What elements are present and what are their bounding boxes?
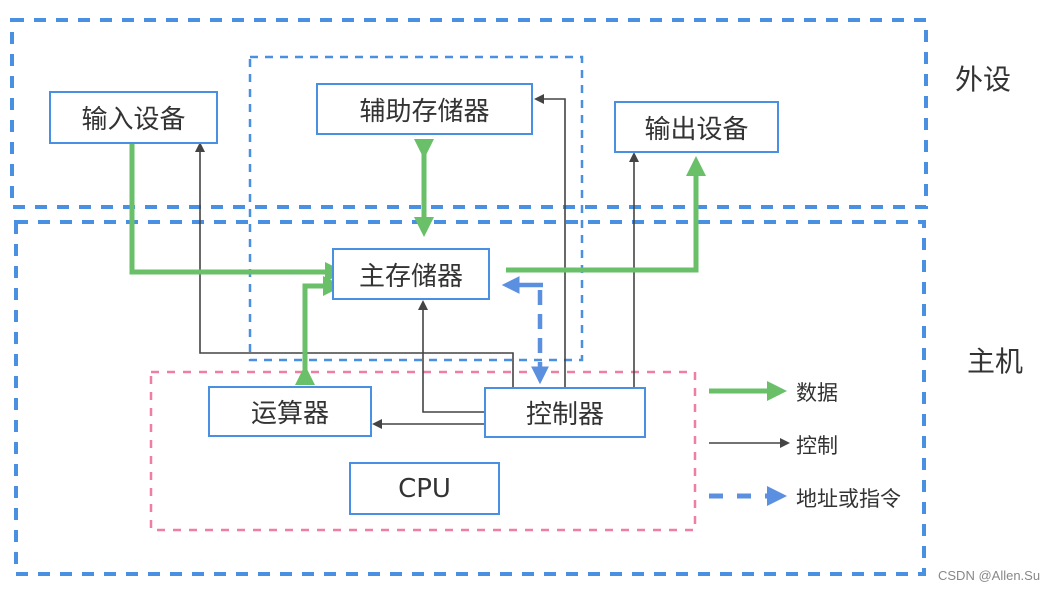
output-device-box: 输出设备 [614,101,779,153]
cpu-label: CPU [398,473,451,504]
peripheral-region-label: 外设 [955,63,1012,96]
output-device-label: 输出设备 [644,114,749,145]
control-line-to-main-memory [418,300,484,413]
legend-address-label: 地址或指令 [796,487,901,511]
auxiliary-memory-box: 辅助存储器 [316,83,533,135]
input-device-label: 输入设备 [81,105,186,135]
control-unit-box: 控制器 [484,387,646,438]
input-device-box: 输入设备 [49,91,218,144]
main-memory-box: 主存储器 [332,248,490,300]
main-memory-label: 主存储器 [358,261,463,292]
host-region-label: 主机 [967,345,1024,378]
control-unit-label: 控制器 [525,400,604,430]
alu-box: 运算器 [208,386,372,437]
auxiliary-memory-label: 辅助存储器 [359,96,490,127]
cpu-box: CPU [349,462,500,515]
alu-label: 运算器 [250,399,329,429]
legend-control-label: 控制 [796,434,838,458]
data-line-memory-to-output [506,155,706,273]
watermark: CSDN @Allen.Su [938,568,1041,583]
legend-data-label: 数据 [796,381,838,405]
